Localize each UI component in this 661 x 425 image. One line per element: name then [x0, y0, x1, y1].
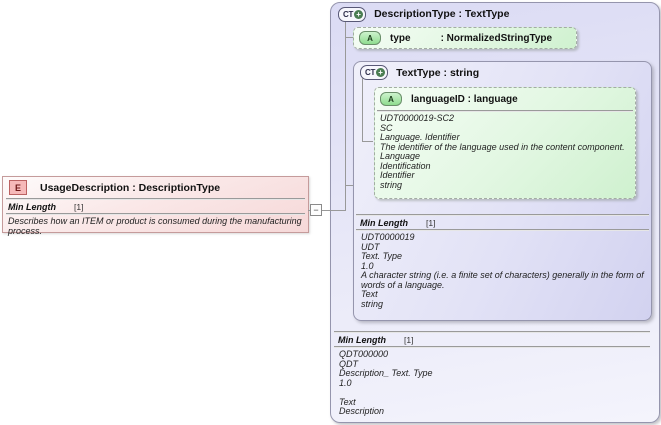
element-icon: E — [9, 180, 27, 195]
attribute-box-languageid: A languageID : language UDT0000019-SC2 S… — [374, 87, 636, 199]
facet-row-min-length: Min Length [1] — [3, 200, 308, 213]
annotation-line — [339, 388, 645, 398]
facet-row-min-length: Min Length [1] — [356, 216, 649, 229]
texttype-annotation: UDT0000019 UDT Text. Type 1.0 A characte… — [356, 231, 649, 309]
collapse-toggle-icon[interactable]: − — [310, 204, 322, 216]
attribute-box-type: A type : NormalizedStringType — [353, 27, 577, 49]
annotation-line: UDT0000019-SC2 — [380, 113, 455, 123]
element-header: E UsageDescription : DescriptionType — [3, 177, 308, 198]
branch-to-texttype — [345, 185, 353, 186]
annotation-line: Text — [361, 289, 378, 299]
attribute-header: A languageID : language — [375, 88, 635, 110]
complextype-header: CT + DescriptionType : TextType — [331, 3, 659, 25]
annotation-line: UDT — [361, 241, 380, 252]
expand-plus-icon[interactable]: + — [376, 68, 386, 77]
annotation-line: Text. Type — [361, 251, 403, 261]
branch-to-languageid-attribute — [362, 141, 373, 142]
attribute-icon: A — [359, 31, 381, 45]
attribute-type: : NormalizedStringType — [440, 32, 553, 44]
complextype-box-texttype: CT + TextType : string A languageID : la… — [353, 61, 652, 321]
complextype-box-descriptiontype: CT + DescriptionType : TextType A type :… — [330, 2, 660, 423]
annotation-line: Identifier — [380, 170, 415, 180]
schema-diagram: E UsageDescription : DescriptionType Min… — [0, 0, 661, 425]
attribute-icon: A — [380, 92, 402, 106]
annotation-line: string — [361, 298, 384, 309]
descriptiontype-annotation: QDT000000 QDT Description_ Text. Type 1.… — [334, 348, 650, 417]
element-annotation: Describes how an ITEM or product is cons… — [3, 215, 308, 236]
expand-plus-icon[interactable]: + — [354, 9, 364, 19]
facet-name: Min Length — [8, 201, 56, 212]
attribute-title: languageID : language — [411, 93, 518, 105]
complextype-header: CT + TextType : string — [354, 62, 651, 83]
texttype-tree-line — [362, 78, 363, 142]
facet-name: Min Length — [338, 334, 386, 345]
complextype-icon-label: CT — [365, 68, 376, 77]
annotation-line: Text — [339, 396, 356, 407]
attribute-annotation: UDT0000019-SC2 SC Language. Identifier T… — [375, 112, 635, 190]
descriptiontype-tree-line — [345, 22, 346, 211]
element-box-usagedescription: E UsageDescription : DescriptionType Min… — [2, 176, 309, 236]
complextype-title: DescriptionType : TextType — [374, 8, 510, 20]
facet-cardinality: [1] — [426, 217, 436, 228]
annotation-line: Description — [339, 406, 385, 416]
branch-to-type-attribute — [345, 37, 353, 38]
texttype-facet-section: Min Length [1] UDT0000019 UDT Text. Type… — [356, 214, 649, 309]
element-title: UsageDescription : DescriptionType — [40, 181, 221, 194]
facet-name: Min Length — [360, 217, 408, 228]
complextype-icon: CT + — [338, 6, 367, 22]
complextype-icon: CT + — [360, 65, 389, 80]
annotation-line: A character string (i.e. a finite set of… — [361, 270, 644, 290]
complextype-icon-label: CT — [343, 9, 354, 19]
annotation-line: string — [380, 179, 403, 190]
facet-cardinality: [1] — [74, 201, 84, 212]
complextype-title: TextType : string — [396, 66, 480, 79]
annotation-line: Description_ Text. Type — [339, 368, 433, 378]
descriptiontype-facet-section: Min Length [1] QDT000000 QDT Description… — [334, 331, 650, 417]
annotation-line: 1.0 — [339, 377, 352, 388]
annotation-line: Identification — [380, 160, 431, 171]
annotation-line: UDT0000019 — [361, 232, 415, 242]
attribute-name: type — [390, 32, 411, 44]
annotation-text: Describes how an ITEM or product is cons… — [8, 216, 302, 236]
facet-row-min-length: Min Length [1] — [334, 333, 650, 346]
facet-cardinality: [1] — [404, 334, 414, 345]
annotation-line: QDT000000 — [339, 349, 389, 359]
